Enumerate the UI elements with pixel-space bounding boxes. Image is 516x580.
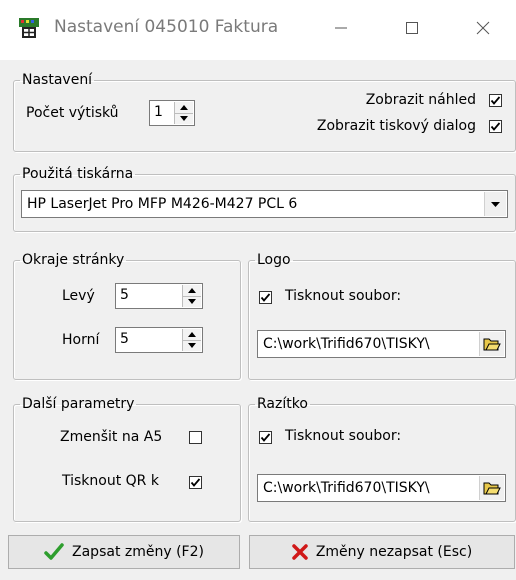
- chevron-down-icon[interactable]: [484, 192, 506, 216]
- pocet-vytisku-spinner[interactable]: 1: [149, 100, 195, 126]
- red-x-icon: [292, 544, 308, 560]
- levy-label: Levý: [62, 288, 95, 304]
- logo-tisknout-checkbox[interactable]: [259, 291, 272, 304]
- group-nastaveni-legend: Nastavení: [22, 72, 93, 88]
- printer-app-icon[interactable]: [18, 17, 40, 39]
- group-logo-legend: Logo: [257, 252, 291, 268]
- levy-spinner[interactable]: 5: [115, 283, 203, 309]
- zmensit-a5-label: Zmenšit na A5: [60, 429, 163, 445]
- group-okraje-legend: Okraje stránky: [22, 252, 125, 268]
- pocet-vytisku-label: Počet výtisků: [26, 105, 119, 121]
- razitko-tisknout-checkbox[interactable]: [259, 431, 272, 444]
- razitko-tisknout-label: Tisknout soubor:: [285, 428, 402, 444]
- levy-value: 5: [120, 287, 129, 303]
- save-button[interactable]: Zapsat změny (F2): [8, 535, 240, 569]
- save-button-label: Zapsat změny (F2): [72, 544, 204, 560]
- checkmark-icon: [44, 543, 64, 560]
- group-dalsi-legend: Další parametry: [22, 396, 135, 412]
- minimize-icon: [335, 27, 347, 29]
- printer-select-value: HP LaserJet Pro MFP M426-M427 PCL 6: [27, 196, 298, 212]
- minimize-button[interactable]: [318, 8, 364, 48]
- horni-label: Horní: [62, 332, 100, 348]
- maximize-icon: [406, 22, 418, 34]
- spin-down-icon[interactable]: [183, 340, 201, 351]
- logo-tisknout-label: Tisknout soubor:: [285, 288, 402, 304]
- horni-spinner[interactable]: 5: [115, 327, 203, 353]
- title-bar: Nastavení 045010 Faktura: [0, 0, 516, 60]
- dialog-body: Nastavení Počet výtisků 1 Zobrazit náhle…: [0, 60, 516, 580]
- razitko-path-value: C:\work\Trifid670\TISKY\: [263, 480, 430, 496]
- maximize-button[interactable]: [389, 8, 435, 48]
- spin-down-icon[interactable]: [175, 113, 193, 124]
- zobrazit-nahled-label: Zobrazit náhled: [365, 92, 476, 108]
- group-razitko: Razítko: [248, 396, 516, 522]
- group-dalsi: Další parametry: [13, 396, 241, 522]
- group-tiskarna-legend: Použitá tiskárna: [22, 166, 134, 182]
- close-button[interactable]: [460, 8, 506, 48]
- pocet-vytisku-value: 1: [154, 104, 163, 120]
- cancel-button-label: Změny nezapsat (Esc): [315, 544, 473, 560]
- tisknout-qr-label: Tisknout QR k: [62, 473, 159, 489]
- checkmark-icon: [260, 433, 271, 442]
- zobrazit-nahled-checkbox[interactable]: [489, 94, 502, 107]
- spin-down-icon[interactable]: [183, 296, 201, 307]
- horni-value: 5: [120, 331, 129, 347]
- checkmark-icon: [190, 478, 201, 487]
- checkmark-icon: [490, 122, 501, 131]
- checkmark-icon: [490, 96, 501, 105]
- group-okraje: Okraje stránky: [13, 252, 241, 380]
- window-title: Nastavení 045010 Faktura: [54, 17, 279, 37]
- printer-select[interactable]: HP LaserJet Pro MFP M426-M427 PCL 6: [21, 190, 508, 218]
- logo-path-field[interactable]: C:\work\Trifid670\TISKY\: [257, 330, 506, 358]
- close-icon: [476, 21, 490, 35]
- cancel-button[interactable]: Změny nezapsat (Esc): [249, 535, 515, 569]
- group-logo: Logo: [248, 252, 516, 380]
- folder-open-icon[interactable]: [479, 476, 504, 500]
- checkmark-icon: [260, 293, 271, 302]
- group-razitko-legend: Razítko: [257, 396, 308, 412]
- logo-path-value: C:\work\Trifid670\TISKY\: [263, 336, 430, 352]
- folder-open-icon[interactable]: [479, 332, 504, 356]
- tisknout-qr-checkbox[interactable]: [189, 476, 202, 489]
- zobrazit-dialog-label: Zobrazit tiskový dialog: [316, 118, 476, 134]
- razitko-path-field[interactable]: C:\work\Trifid670\TISKY\: [257, 474, 506, 502]
- zmensit-a5-checkbox[interactable]: [189, 431, 202, 444]
- zobrazit-dialog-checkbox[interactable]: [489, 120, 502, 133]
